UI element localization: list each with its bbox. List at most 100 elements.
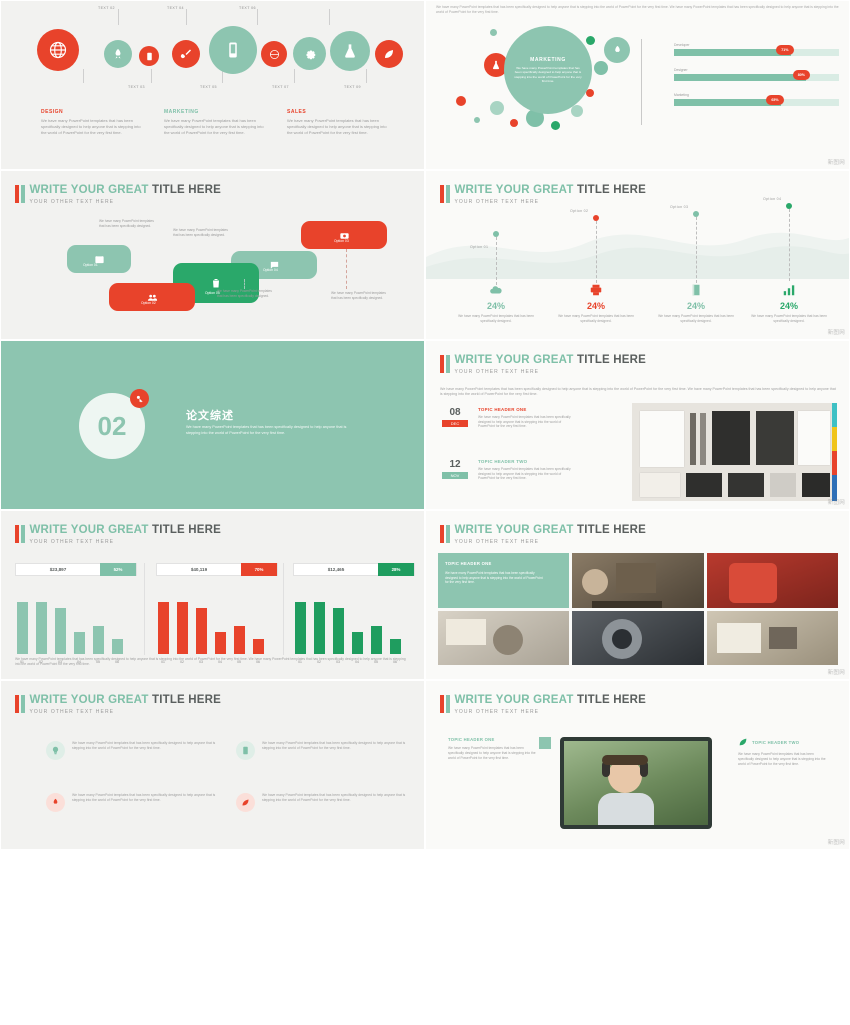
- world-icon[interactable]: [261, 41, 287, 67]
- rocket-icon[interactable]: [104, 40, 132, 68]
- slide6-title-block: WRITE YOUR GREAT TITLE HERE YOUR OTHER T…: [440, 354, 646, 375]
- gear-icon[interactable]: [293, 37, 326, 70]
- connector-line: [151, 69, 152, 83]
- slide8-photo: [706, 553, 838, 608]
- bar: [215, 632, 226, 654]
- chart-icon: [783, 285, 795, 296]
- dashed-connector: [244, 279, 245, 289]
- slide-5[interactable]: 02 论文综述 We have many PowerPoint template…: [0, 340, 425, 510]
- slide7-group-1: $40,119 70% 32 32 28 12 15 7.6 01 02 03 …: [156, 563, 278, 664]
- slide6-photo: [632, 403, 837, 501]
- flask-icon[interactable]: [330, 31, 370, 71]
- slide7-amount-2: $12,465: [327, 567, 345, 572]
- slide7-chart-2: 32 32 28 12 15 7.6 01 02 03 04 05 06: [293, 592, 415, 664]
- slide10-video-frame[interactable]: [560, 737, 712, 829]
- slide8-photo: [438, 610, 570, 665]
- decorative-bubble: [490, 101, 504, 115]
- slide2-bar-row: Developer 71%: [674, 43, 839, 56]
- slide10-left-col: TOPIC HEADER ONE We have many PowerPoint…: [448, 737, 536, 760]
- watermark: 新图网: [827, 500, 845, 506]
- slide4-pct-1: 24%: [586, 301, 605, 311]
- slide6-intro: We have many PowerPoint templates that h…: [440, 387, 836, 397]
- slide1-column-design: DESIGN We have many PowerPoint templates…: [41, 109, 144, 136]
- slide2-center-title: MARKETING: [530, 56, 566, 63]
- watermark: 新图网: [827, 160, 845, 166]
- bar: [253, 639, 264, 654]
- slide6-body-1: We have many PowerPoint templates that h…: [478, 467, 571, 481]
- decorative-bubble: [510, 119, 518, 127]
- slide3-title-block: WRITE YOUR GREAT TITLE HERE YOUR OTHER T…: [15, 184, 221, 205]
- slide4-item-3: 24% We have many PowerPoint templates th…: [746, 283, 832, 323]
- title-accent-bars: [440, 695, 450, 713]
- slide8-title-block: WRITE YOUR GREAT TITLE HERE YOUR OTHER T…: [440, 524, 646, 545]
- slide3-card-01[interactable]: [67, 245, 131, 273]
- slide4-title-a: WRITE YOUR GREAT: [454, 184, 574, 196]
- bar: [74, 632, 85, 654]
- slide-3[interactable]: WRITE YOUR GREAT TITLE HERE YOUR OTHER T…: [0, 170, 425, 340]
- slide-9[interactable]: WRITE YOUR GREAT TITLE HERE YOUR OTHER T…: [0, 680, 425, 850]
- slide7-badge-2: 28%: [378, 563, 414, 576]
- progress-fill: [674, 49, 792, 56]
- decorative-bubble: [586, 89, 594, 97]
- slide9-body-1: We have many PowerPoint templates that h…: [262, 741, 406, 750]
- slide-4[interactable]: WRITE YOUR GREAT TITLE HERE YOUR OTHER T…: [425, 170, 850, 340]
- mobile-icon[interactable]: [209, 26, 257, 74]
- slide10-title-block: WRITE YOUR GREAT TITLE HERE YOUR OTHER T…: [440, 694, 646, 715]
- slide1-bottom-label-0: TEXT 03: [128, 85, 145, 89]
- slide-10[interactable]: WRITE YOUR GREAT TITLE HERE YOUR OTHER T…: [425, 680, 850, 850]
- progress-track: 65%: [674, 95, 839, 106]
- decorative-bubble: [594, 61, 608, 75]
- slide8-subtitle: YOUR OTHER TEXT HERE: [454, 539, 540, 545]
- slide4-subtitle: YOUR OTHER TEXT HERE: [454, 199, 540, 205]
- globe-icon[interactable]: [37, 29, 79, 71]
- slide9-body-3: We have many PowerPoint templates that h…: [262, 793, 406, 802]
- slide6-subtitle: YOUR OTHER TEXT HERE: [454, 369, 540, 375]
- bar: [112, 639, 123, 654]
- brush-icon[interactable]: [172, 40, 200, 68]
- rocket-icon[interactable]: [604, 37, 630, 63]
- slide2-center-body: We have many PowerPoint templates that h…: [514, 65, 582, 83]
- slide8-photo: [706, 610, 838, 665]
- leaf-icon[interactable]: [375, 40, 403, 68]
- slide1-bottom-label-3: TEXT 09: [344, 85, 361, 89]
- slide7-badge-1: 70%: [241, 563, 277, 576]
- slide-8[interactable]: WRITE YOUR GREAT TITLE HERE YOUR OTHER T…: [425, 510, 850, 680]
- background-wave: [426, 232, 849, 279]
- slide3-title-b: TITLE HERE: [151, 184, 222, 196]
- slide1-body-0: We have many PowerPoint templates that h…: [41, 118, 141, 135]
- slide3-tag-02: Option 02: [141, 301, 156, 305]
- slide4-pct-0: 24%: [486, 301, 505, 311]
- slide2-bar-row: Designer 80%: [674, 68, 839, 81]
- connector-line: [366, 69, 367, 83]
- slide6-day-1: 12: [449, 459, 461, 470]
- book-icon: [692, 284, 700, 296]
- slide-6[interactable]: WRITE YOUR GREAT TITLE HERE YOUR OTHER T…: [425, 340, 850, 510]
- slide6-heading-1: TOPIC HEADER TWO: [478, 459, 528, 464]
- slide8-photo-grid: TOPIC HEADER ONE We have many PowerPoint…: [438, 553, 838, 665]
- slide4-title-b: TITLE HERE: [576, 184, 647, 196]
- bar: [390, 639, 401, 654]
- slide3-card-03[interactable]: [301, 221, 387, 249]
- section-title: 论文综述: [186, 410, 234, 422]
- slide1-bottom-label-1: TEXT 05: [200, 85, 217, 89]
- slide2-bar-value-1: 80%: [792, 70, 810, 80]
- slide6-month-0: DEC: [442, 420, 468, 427]
- bar: [234, 626, 245, 654]
- slide3-title-a: WRITE YOUR GREAT: [29, 184, 149, 196]
- slide-7[interactable]: WRITE YOUR GREAT TITLE HERE YOUR OTHER T…: [0, 510, 425, 680]
- slide4-option-1: Option 02: [570, 209, 589, 213]
- slide4-option-0: Option 01: [470, 245, 489, 249]
- slide7-title-b: TITLE HERE: [151, 524, 222, 536]
- slide3-card-02[interactable]: [109, 283, 195, 311]
- bulb-icon: [46, 741, 65, 760]
- slide-1[interactable]: TEXT 02 TEXT 04 TEXT 06 TEXT 03 TEXT 05 …: [0, 0, 425, 170]
- timeline-connector: [496, 237, 497, 285]
- slide2-bar-row: Marketing 65%: [674, 93, 839, 106]
- slide7-chart-0: 32 32 28 12 15 7.6 01 02 03 04 05 06: [15, 592, 137, 664]
- key-icon: [130, 389, 149, 408]
- slide4-item-2: 24% We have many PowerPoint templates th…: [653, 283, 739, 323]
- tablet-icon[interactable]: [139, 46, 159, 66]
- slide7-group-0: $23,897 52% 32 32 28 12 15 7.6 01 02 03 …: [15, 563, 137, 664]
- slide-2[interactable]: We have many PowerPoint templates that h…: [425, 0, 850, 170]
- timeline-dot: [493, 231, 499, 237]
